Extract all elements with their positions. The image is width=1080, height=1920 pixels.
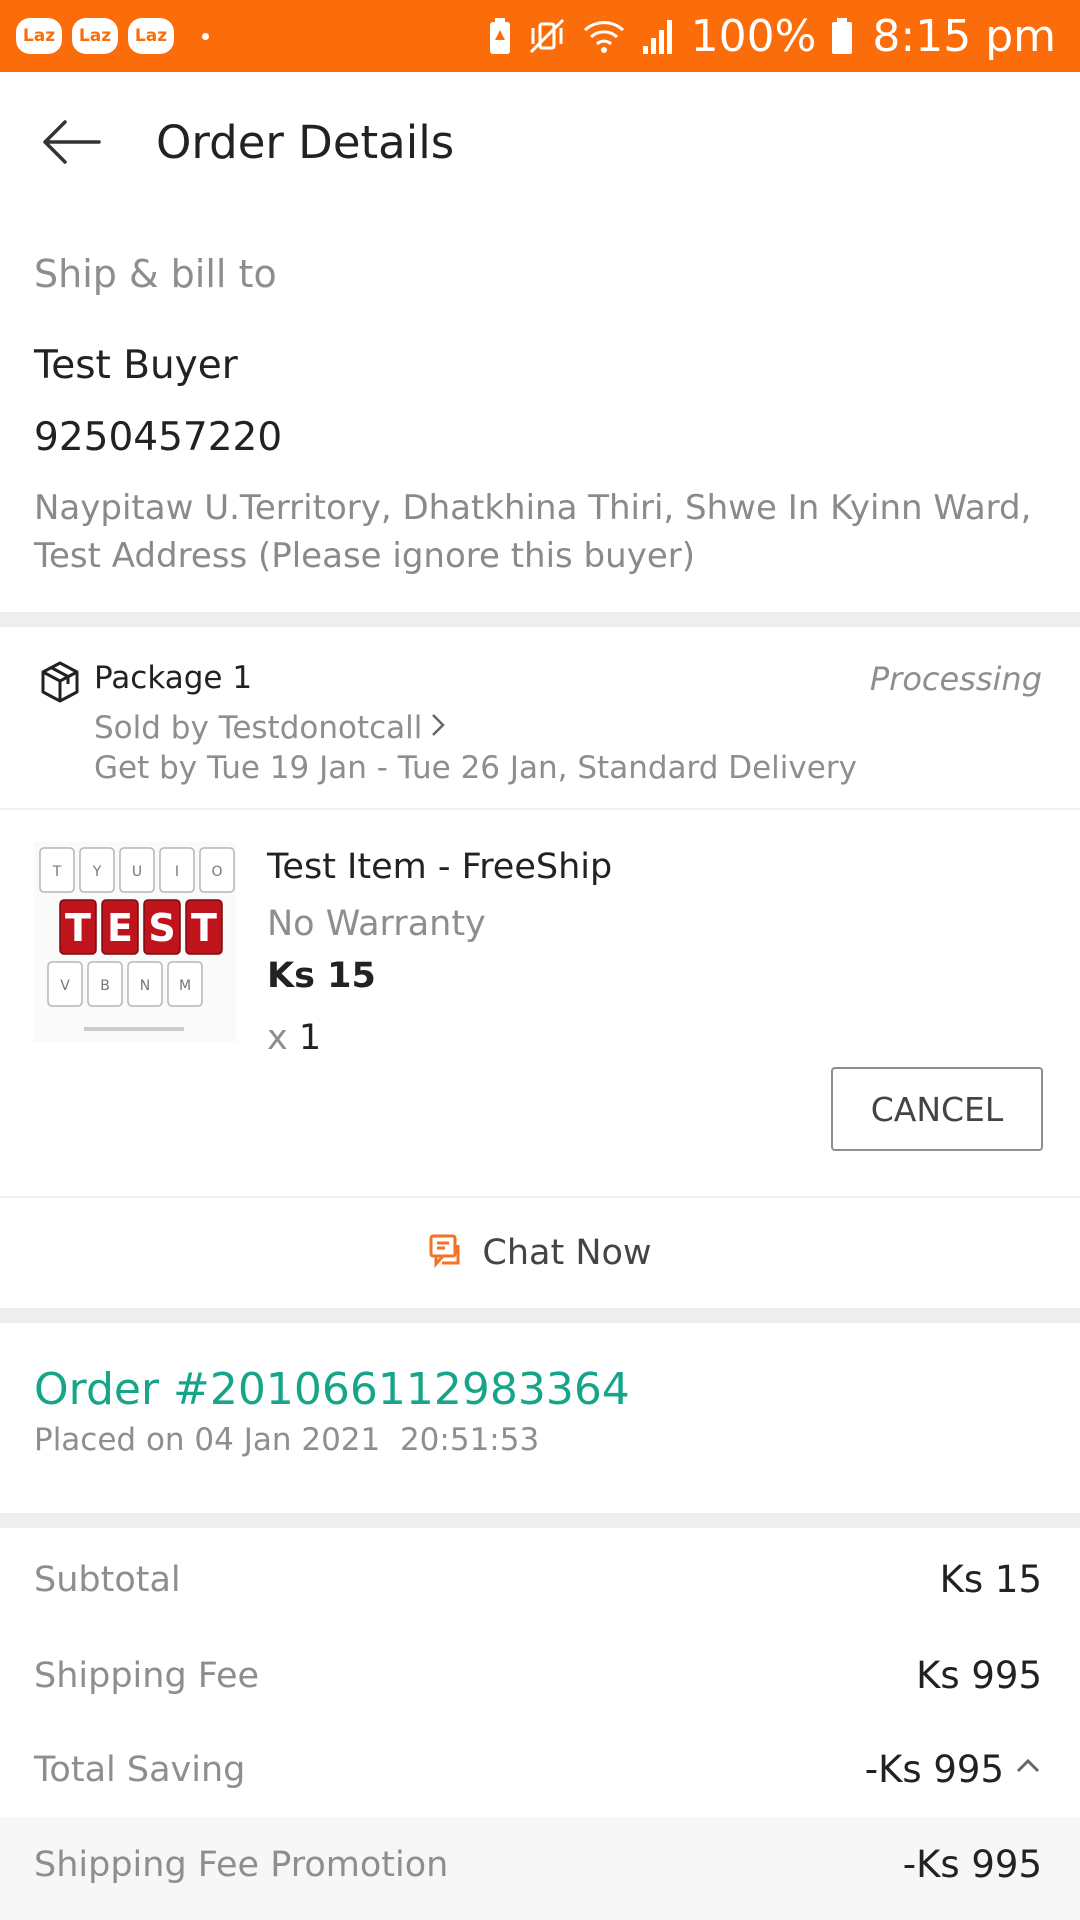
notification-icons: Laz Laz Laz — [16, 18, 209, 54]
system-indicators: 100% 8:15 pm — [487, 11, 1056, 62]
vibrate-icon — [527, 16, 567, 56]
item-price: Ks 15 — [267, 956, 376, 996]
order-placed-date: Placed on 04 Jan 2021 20:51:53 — [34, 1422, 540, 1458]
chevron-right-icon — [430, 710, 446, 746]
keyboard-key-label: O — [211, 864, 222, 880]
keyboard-key-label: S — [148, 906, 175, 950]
more-notifications-dot — [202, 32, 209, 40]
subtotal-value: Ks 15 — [939, 1558, 1042, 1601]
clock: 8:15 pm — [872, 10, 1056, 62]
total-saving-value: -Ks 995 — [864, 1748, 1004, 1791]
order-details-screen: Laz Laz Laz 100% 8:15 pm Order Details S… — [0, 0, 1080, 1920]
package-status: Processing — [869, 660, 1042, 698]
ship-bill-label: Ship & bill to — [34, 252, 277, 296]
keyboard-key-label: V — [60, 978, 70, 994]
seller-link[interactable]: Sold by Testdonotcall — [94, 710, 446, 746]
delivery-estimate: Get by Tue 19 Jan - Tue 26 Jan, Standard… — [94, 750, 857, 786]
order-number: Order #201066112983364 — [34, 1364, 630, 1415]
wifi-icon — [581, 16, 627, 56]
section-divider — [0, 612, 1080, 627]
signal-icon — [641, 16, 677, 56]
chevron-up-icon[interactable] — [1014, 1752, 1042, 1780]
keyboard-key-label: B — [100, 978, 110, 994]
keyboard-key-label: M — [179, 978, 191, 994]
keyboard-key-label: Y — [92, 864, 102, 880]
keyboard-key-label: I — [175, 864, 179, 880]
section-divider — [0, 1308, 1080, 1323]
cancel-button[interactable]: CANCEL — [831, 1067, 1043, 1151]
shipping-fee-value: Ks 995 — [916, 1654, 1042, 1697]
battery-saver-icon — [487, 16, 513, 56]
buyer-phone: 9250457220 — [34, 415, 283, 460]
lazada-notification-icon: Laz — [128, 18, 174, 54]
package-title: Package 1 — [94, 660, 253, 696]
keyboard-key-label: T — [52, 864, 62, 880]
chat-now-label: Chat Now — [482, 1233, 652, 1273]
item-quantity: x 1 — [267, 1018, 321, 1058]
shipping-promo-label: Shipping Fee Promotion — [34, 1845, 449, 1885]
seller-label: Sold by Testdonotcall — [94, 710, 423, 746]
section-divider — [0, 1513, 1080, 1528]
shipping-promo-value: -Ks 995 — [902, 1843, 1042, 1886]
page-title: Order Details — [156, 116, 455, 169]
keyboard-key-label: T — [65, 906, 91, 950]
keyboard-key-label: U — [132, 864, 142, 880]
package-divider — [0, 808, 1080, 810]
qty-value: 1 — [298, 1018, 322, 1058]
item-name: Test Item - FreeShip — [267, 847, 613, 887]
chat-now-button[interactable]: Chat Now — [0, 1198, 1080, 1308]
chat-icon — [428, 1233, 464, 1273]
keyboard-key-label: T — [191, 906, 217, 950]
battery-percent: 100% — [690, 10, 817, 62]
qty-prefix: x — [267, 1018, 288, 1058]
back-arrow-icon[interactable] — [40, 117, 102, 167]
battery-icon — [830, 16, 854, 56]
buyer-name: Test Buyer — [34, 343, 238, 388]
keyboard-key-label: E — [107, 906, 133, 950]
lazada-notification-icon: Laz — [16, 18, 62, 54]
subtotal-label: Subtotal — [34, 1560, 181, 1600]
shipping-fee-label: Shipping Fee — [34, 1656, 260, 1696]
app-header: Order Details — [0, 72, 1080, 212]
package-icon — [40, 660, 80, 704]
buyer-address: Naypitaw U.Territory, Dhatkhina Thiri, S… — [34, 488, 1032, 576]
lazada-notification-icon: Laz — [72, 18, 118, 54]
product-image[interactable]: TYUIO TEST VBNM — [34, 842, 236, 1042]
item-warranty: No Warranty — [267, 904, 486, 944]
status-bar: Laz Laz Laz 100% 8:15 pm — [0, 0, 1080, 72]
total-saving-label: Total Saving — [34, 1750, 246, 1790]
keyboard-key-label: N — [140, 978, 150, 994]
